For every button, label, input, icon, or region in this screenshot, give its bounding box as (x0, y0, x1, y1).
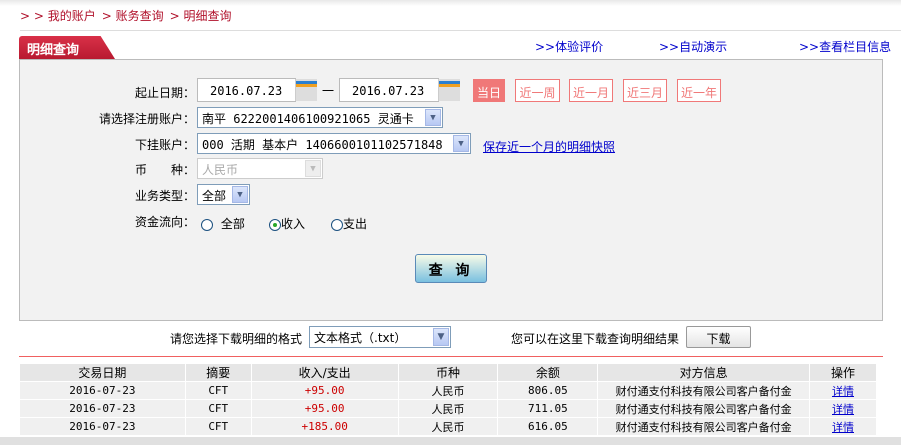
save-snapshot-link[interactable]: 保存近一个月的明细快照 (483, 138, 615, 155)
chevron-down-icon: ▼ (232, 186, 248, 203)
chevron-down-icon: ▼ (425, 109, 441, 126)
table-row: 2016-07-23 CFT +185.00 人民币 616.05 财付通支付科技有限公司… (19, 417, 877, 436)
download-format-select[interactable]: 文本格式（.txt） ▼ (309, 326, 451, 348)
radio-label: 全部 (220, 217, 245, 231)
today-button[interactable]: 当日 (473, 79, 505, 102)
cell-date: 2016-07-23 (19, 399, 186, 418)
last-month-button[interactable]: 近一月 (569, 79, 613, 102)
divider (20, 30, 901, 31)
auto-demo-link[interactable]: >>自动演示 (659, 38, 727, 55)
cell-summary: CFT (184, 417, 252, 436)
table-header: 交易日期 摘要 收入/支出 币种 余额 对方信息 操作 (19, 363, 877, 382)
col-header: 操作 (809, 363, 877, 382)
download-format-label: 请您选择下载明细的格式 (170, 332, 303, 346)
col-header: 币种 (397, 363, 499, 382)
currency-label: 币 种： (134, 163, 195, 177)
table-row: 2016-07-23 CFT +95.00 人民币 711.05 财付通支付科技有限公司客… (19, 399, 877, 418)
sub-account-label: 下挂账户： (134, 138, 195, 152)
search-button[interactable]: 查 询 (415, 254, 487, 283)
reg-account-label: 请选择注册账户： (98, 112, 195, 126)
transactions-table: 交易日期 摘要 收入/支出 币种 余额 对方信息 操作 2016-07-23 CF… (19, 363, 877, 436)
chevron-down-icon: ▼ (433, 328, 449, 346)
cell-summary: CFT (184, 399, 252, 418)
sub-account-select[interactable]: 000 活期 基本户 1406600101102571848 ▼ (197, 133, 471, 154)
radio-label: 收入 (281, 217, 306, 231)
last-year-button[interactable]: 近一年 (677, 79, 721, 102)
flow-label: 资金流向： (134, 215, 195, 229)
biz-type-value: 全部 (202, 189, 227, 203)
reg-account-value: 南平 6222001406100921065 灵通卡 (202, 112, 414, 126)
last-3-months-button[interactable]: 近三月 (623, 79, 667, 102)
cell-currency: 人民币 (397, 381, 499, 400)
details-link[interactable]: 详情 (832, 385, 854, 398)
last-week-button[interactable]: 近一周 (515, 79, 560, 102)
details-link[interactable]: 详情 (832, 421, 854, 434)
cell-summary: CFT (184, 381, 252, 400)
divider (19, 356, 883, 357)
flow-radio-income[interactable]: 收入 (269, 215, 305, 232)
cell-amount: +95.00 (250, 399, 399, 418)
col-header: 收入/支出 (250, 363, 399, 382)
calendar-icon[interactable] (438, 79, 460, 101)
col-header: 余额 (497, 363, 599, 382)
download-format-value: 文本格式（.txt） (314, 331, 407, 345)
chevron-down-icon: ▼ (305, 160, 321, 177)
cell-balance: 806.05 (497, 381, 599, 400)
column-info-link[interactable]: >>查看栏目信息 (799, 38, 891, 55)
breadcrumb-item[interactable]: > 明细查询 (170, 9, 232, 23)
cell-currency: 人民币 (397, 417, 499, 436)
col-header: 交易日期 (19, 363, 186, 382)
breadcrumb-item[interactable]: > > 我的账户 (20, 9, 96, 23)
footer-bar (0, 437, 901, 445)
biz-type-select[interactable]: 全部 ▼ (197, 184, 250, 205)
date-label: 起止日期： (134, 86, 195, 100)
col-header: 对方信息 (597, 363, 811, 382)
cell-balance: 711.05 (497, 399, 599, 418)
details-link[interactable]: 详情 (832, 403, 854, 416)
end-date-input[interactable]: 2016.07.23 (339, 78, 439, 102)
tab-detail-query[interactable]: 明细查询 (19, 36, 115, 59)
cell-counterparty: 财付通支付科技有限公司客户备付金 (597, 417, 811, 436)
flow-radio-expense[interactable]: 支出 (331, 215, 367, 232)
download-button[interactable]: 下载 (686, 326, 751, 348)
radio-icon[interactable] (201, 218, 213, 231)
radio-icon[interactable] (331, 218, 343, 231)
table-row: 2016-07-23 CFT +95.00 人民币 806.05 财付通支付科技有限公司客… (19, 381, 877, 400)
cell-counterparty: 财付通支付科技有限公司客户备付金 (597, 381, 811, 400)
cell-date: 2016-07-23 (19, 381, 186, 400)
calendar-icon[interactable] (295, 79, 317, 101)
cell-balance: 616.05 (497, 417, 599, 436)
radio-checked-icon[interactable] (269, 218, 281, 231)
flow-radio-all[interactable]: 全部 (201, 215, 245, 232)
start-date-input[interactable]: 2016.07.23 (197, 78, 296, 102)
col-header: 摘要 (184, 363, 252, 382)
date-separator: 一 (322, 84, 335, 98)
breadcrumb: > > 我的账户 > 账务查询 > 明细查询 (20, 7, 238, 24)
cell-counterparty: 财付通支付科技有限公司客户备付金 (597, 399, 811, 418)
cell-amount: +95.00 (250, 381, 399, 400)
breadcrumb-item[interactable]: > 账务查询 (102, 9, 164, 23)
cell-currency: 人民币 (397, 399, 499, 418)
radio-label: 支出 (343, 217, 368, 231)
chevron-down-icon: ▼ (453, 135, 469, 152)
cell-amount: +185.00 (250, 417, 399, 436)
currency-value: 人民币 (202, 163, 239, 177)
reg-account-select[interactable]: 南平 6222001406100921065 灵通卡 ▼ (197, 107, 443, 128)
top-shade (0, 0, 901, 6)
cell-date: 2016-07-23 (19, 417, 186, 436)
sub-account-value: 000 活期 基本户 1406600101102571848 (202, 138, 443, 152)
biz-type-label: 业务类型： (134, 189, 195, 203)
feedback-link[interactable]: >>体验评价 (535, 38, 603, 55)
currency-select[interactable]: 人民币 ▼ (197, 158, 323, 179)
download-hint: 您可以在这里下载查询明细结果 (511, 332, 680, 346)
